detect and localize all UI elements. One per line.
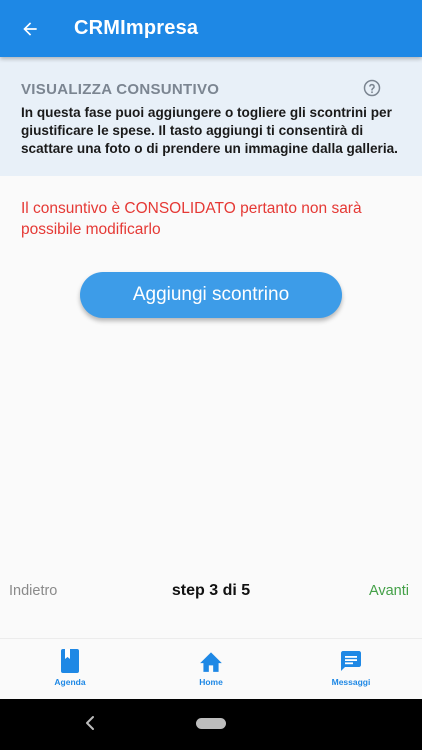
step-indicator: step 3 di 5 — [171, 582, 251, 599]
arrow-left-icon — [23, 21, 37, 36]
nav-label-messages: Messaggi — [331, 677, 371, 687]
app-bar: CRMImpresa — [0, 0, 422, 57]
add-receipt-button[interactable]: Aggiungi scontrino — [80, 272, 342, 318]
bottom-navigation: Agenda Home Messaggi — [0, 639, 422, 699]
next-step-button[interactable]: Avanti — [369, 583, 409, 599]
nav-label-home: Home — [199, 677, 223, 687]
help-button[interactable] — [363, 79, 381, 97]
app-title: CRMImpresa — [74, 17, 199, 39]
system-navigation-bar — [0, 699, 422, 750]
help-circle-icon — [363, 79, 381, 97]
home-icon — [200, 652, 222, 672]
chevron-left-icon — [86, 716, 94, 730]
info-panel-text: In questa fase puoi aggiungere o toglier… — [21, 105, 398, 156]
info-panel-title: VISUALIZZA CONSUNTIVO — [21, 81, 220, 98]
message-icon — [341, 651, 361, 671]
step-navigation: Indietro step 3 di 5 Avanti — [0, 572, 422, 612]
system-home-pill[interactable] — [196, 718, 226, 729]
nav-item-home[interactable]: Home — [171, 649, 251, 687]
consolidated-warning: Il consuntivo è CONSOLIDATO pertanto non… — [21, 200, 362, 238]
nav-item-agenda[interactable]: Agenda — [30, 649, 110, 687]
nav-item-messages[interactable]: Messaggi — [311, 649, 391, 687]
info-panel: VISUALIZZA CONSUNTIVO In questa fase puo… — [0, 57, 422, 176]
nav-label-agenda: Agenda — [54, 677, 86, 687]
book-icon — [61, 649, 79, 673]
system-back-button[interactable] — [84, 714, 96, 737]
back-button[interactable] — [16, 15, 44, 43]
